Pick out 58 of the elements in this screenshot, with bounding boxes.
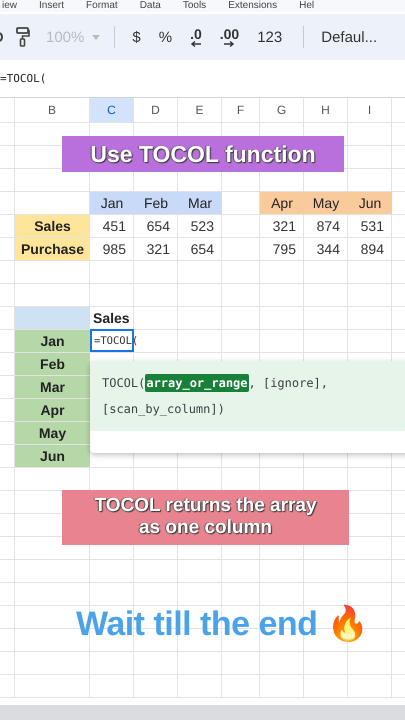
table-cell-text: 531 [360, 217, 385, 236]
table-cell: Purchase [15, 238, 90, 260]
column-header[interactable]: C [90, 98, 133, 122]
toolbar-button[interactable]: $ [129, 26, 144, 48]
paint-roller-icon[interactable] [16, 27, 30, 47]
toolbar-button[interactable]: .00 [216, 28, 242, 46]
table-cell: Jun [15, 445, 90, 467]
table-cell: May [304, 192, 348, 214]
table-cell: Mar [178, 192, 222, 214]
table-cell: Apr [260, 192, 304, 214]
column-header[interactable]: I [348, 98, 391, 122]
menu-item[interactable]: Insert [39, 0, 64, 12]
function-signature: TOCOL(array_or_range, [ignore], [scan_by_column]) [102, 373, 329, 418]
table-cell: Jan [90, 192, 134, 214]
column-header[interactable]: G [260, 98, 303, 122]
scroll-bar[interactable] [0, 705, 405, 720]
column-header[interactable]: H [304, 98, 347, 122]
caret-icon [92, 34, 100, 40]
right-arrow-icon [224, 40, 234, 46]
menu-item[interactable]: Data [140, 0, 161, 12]
table-cell-text: 874 [316, 217, 341, 236]
table-cell-text: 894 [360, 240, 385, 259]
column-header[interactable]: E [178, 98, 221, 122]
toolbar-button[interactable]: .0 [187, 28, 205, 46]
menu-item[interactable]: Extensions [228, 0, 278, 12]
font-select[interactable]: Defaul... [318, 26, 380, 48]
column-header[interactable]: F [222, 98, 259, 122]
table-cell: May [15, 422, 90, 444]
table-cell-text: 344 [316, 240, 341, 259]
table-cell: Feb [134, 192, 178, 214]
table-cell: Jan [15, 330, 90, 352]
menu-item[interactable]: Tools [182, 0, 206, 12]
caption-banner: TOCOL returns the array as one column [62, 490, 349, 545]
menu-item[interactable]: Hel [299, 0, 314, 12]
formula-input[interactable]: =TOCOL( [0, 72, 46, 85]
menu-item[interactable]: iew [2, 0, 18, 12]
table-cell-text: 795 [272, 240, 297, 259]
table-cell: Sales [15, 215, 90, 237]
column-header[interactable]: D [134, 98, 177, 122]
toolbar-button[interactable]: 123 [254, 26, 286, 48]
table-cell: Apr [15, 399, 90, 421]
table-cell-text: 451 [102, 217, 127, 236]
column-header[interactable]: B [15, 98, 89, 122]
table-cell: Jun [348, 192, 392, 214]
caption-text: Wait till the end 🔥 [76, 604, 368, 644]
table-cell-text: 985 [102, 240, 127, 259]
table-cell-text: 654 [190, 240, 215, 259]
table-cell-text: Sales [92, 309, 131, 328]
table-cell-text: 654 [146, 217, 171, 236]
menu-item[interactable]: Format [86, 0, 118, 12]
toolbar-button[interactable]: % [156, 26, 176, 48]
left-arrow-icon [190, 40, 201, 46]
table-cell-text: 523 [190, 217, 215, 236]
caption-banner: Use TOCOL function [62, 136, 344, 172]
table-cell-text: 321 [272, 217, 297, 236]
table-cell: Feb [15, 353, 90, 375]
table-cell-text: 321 [146, 240, 171, 259]
table-cell: Mar [15, 376, 90, 398]
